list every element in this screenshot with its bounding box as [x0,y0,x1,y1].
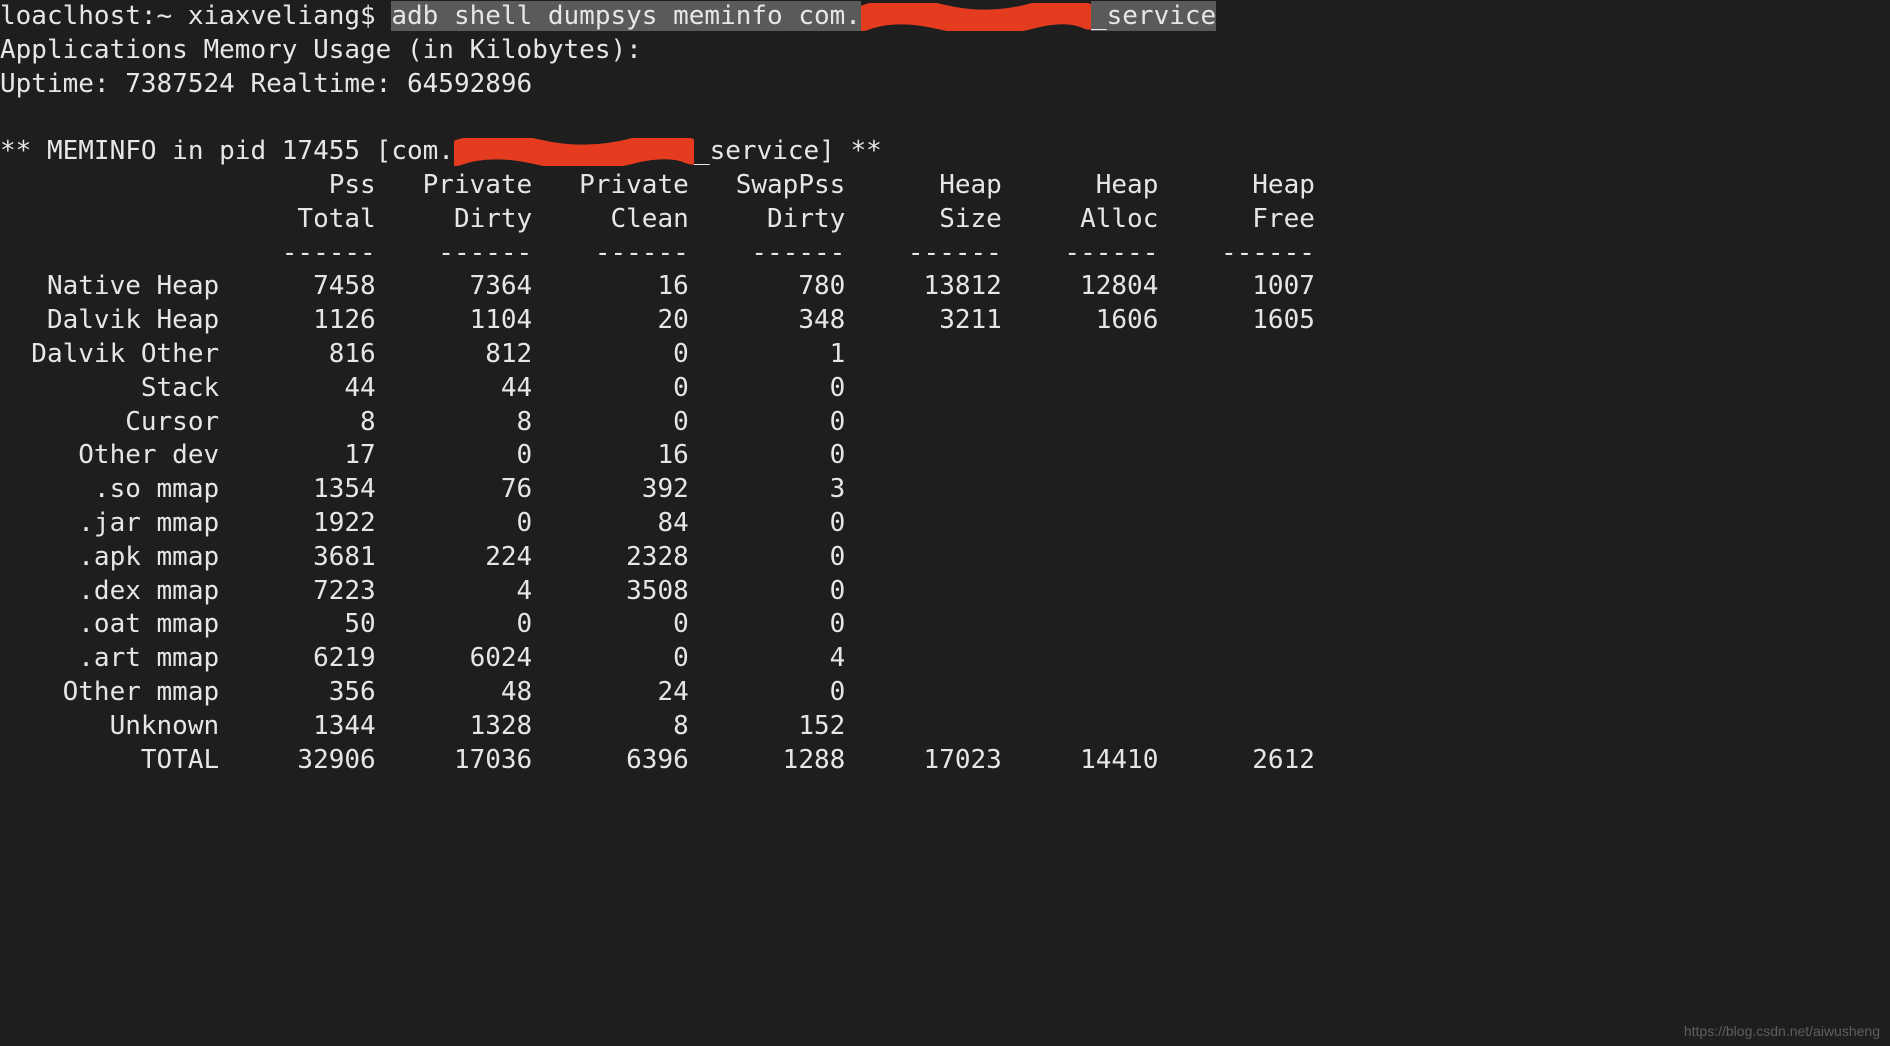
uptime-line: Uptime: 7387524 Realtime: 64592896 [0,69,532,99]
table-row: .oat mmap 50 0 0 0 [0,609,1315,639]
table-row: Cursor 8 8 0 0 [0,407,1315,437]
table-row: Stack 44 44 0 0 [0,373,1315,403]
meminfo-header: ** MEMINFO in pid 17455 [com. [0,136,454,166]
redaction-mark [454,138,694,166]
table-row: .art mmap 6219 6024 0 4 [0,643,1315,673]
table-row: .dex mmap 7223 4 3508 0 [0,576,1315,606]
col-header-1: Pss Private Private SwapPss Heap Heap He… [0,170,1315,200]
watermark: https://blog.csdn.net/aiwusheng [1684,1022,1880,1040]
divider-row: ------ ------ ------ ------ ------ -----… [0,238,1315,268]
table-row: .jar mmap 1922 0 84 0 [0,508,1315,538]
mem-usage-header: Applications Memory Usage (in Kilobytes)… [0,35,642,65]
table-row: Native Heap 7458 7364 16 780 13812 12804… [0,271,1315,301]
table-row: Other mmap 356 48 24 0 [0,677,1315,707]
table-row: Dalvik Other 816 812 0 1 [0,339,1315,369]
col-header-2: Total Dirty Clean Dirty Size Alloc Free [0,204,1315,234]
command-text: adb shell dumpsys meminfo com. [391,1,861,31]
table-row: TOTAL 32906 17036 6396 1288 17023 14410 … [0,745,1315,775]
table-row: .apk mmap 3681 224 2328 0 [0,542,1315,572]
table-row: Dalvik Heap 1126 1104 20 348 3211 1606 1… [0,305,1315,335]
table-row: Unknown 1344 1328 8 152 [0,711,1315,741]
command-suffix: _service [1091,1,1216,31]
table-row: Other dev 17 0 16 0 [0,440,1315,470]
redaction-mark [861,3,1091,31]
meminfo-header-suffix: _service] ** [694,136,882,166]
shell-prompt: loaclhost:~ xiaxveliang$ [0,1,391,31]
terminal-output[interactable]: loaclhost:~ xiaxveliang$ adb shell dumps… [0,0,1890,777]
table-row: .so mmap 1354 76 392 3 [0,474,1315,504]
